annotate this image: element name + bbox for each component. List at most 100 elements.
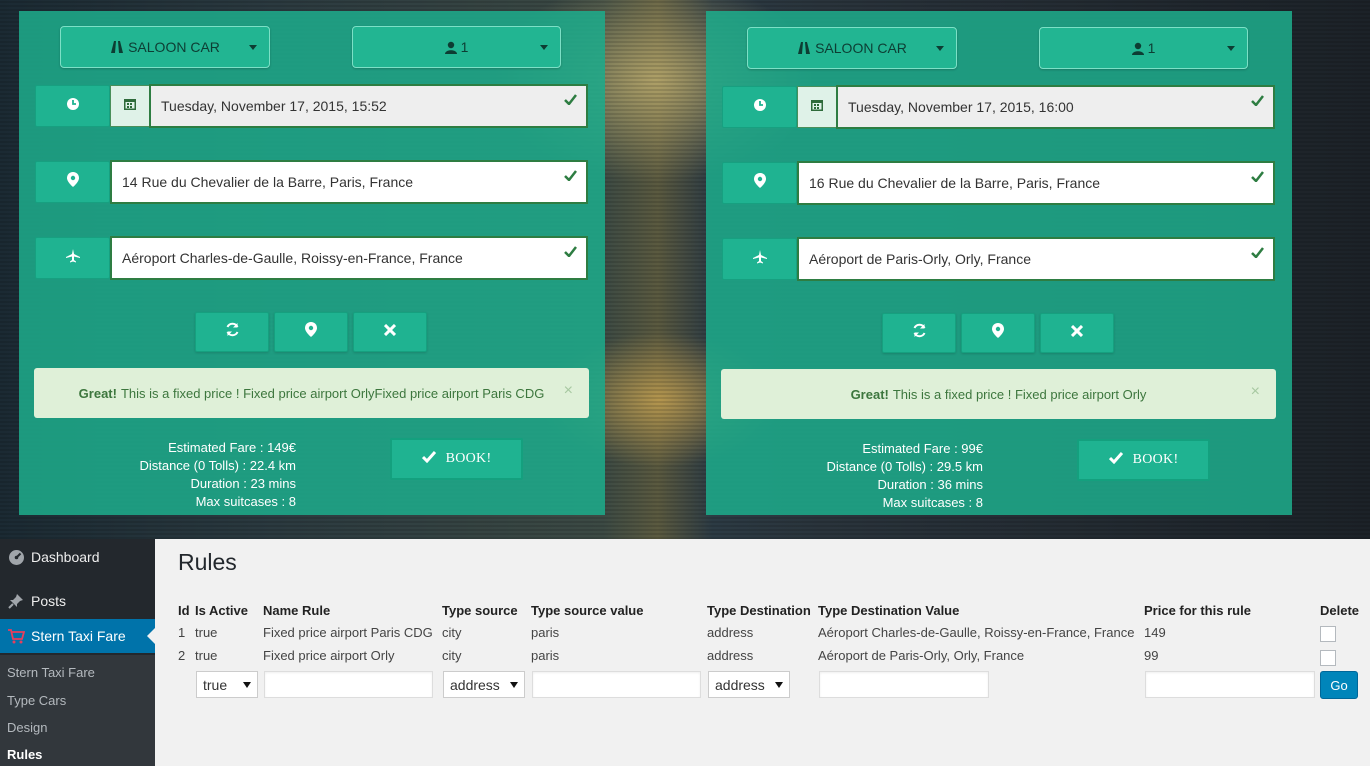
close-icon[interactable]: × xyxy=(1251,383,1260,401)
calendar-icon xyxy=(123,97,137,116)
table-cell-active: true xyxy=(195,625,218,640)
passenger-dropdown[interactable]: 1 xyxy=(352,26,561,68)
origin-address-field[interactable]: 14 Rue du Chevalier de la Barre, Paris, … xyxy=(110,160,588,204)
destination-address-field[interactable]: Aéroport Charles-de-Gaulle, Roissy-en-Fr… xyxy=(110,236,588,280)
destination-address-field[interactable]: Aéroport de Paris-Orly, Orly, France xyxy=(797,237,1275,281)
price-input[interactable] xyxy=(1145,671,1315,698)
map-marker-icon xyxy=(66,172,79,192)
sidebar-item-dashboard[interactable]: Dashboard xyxy=(0,540,155,574)
delete-checkbox[interactable] xyxy=(1320,626,1336,642)
type-destination-select[interactable]: address xyxy=(708,671,790,698)
type-destination-value-input[interactable] xyxy=(819,671,989,698)
origin-locate-button[interactable] xyxy=(722,162,797,204)
column-header-delete: Delete xyxy=(1320,603,1360,618)
sidebar-item-stern-taxi-fare[interactable]: Stern Taxi Fare xyxy=(0,619,155,653)
check-icon xyxy=(564,168,577,184)
locate-button[interactable] xyxy=(274,312,348,352)
clock-icon xyxy=(66,97,80,116)
plane-icon xyxy=(752,249,767,269)
column-header-type-destination: Type Destination xyxy=(707,603,811,618)
table-cell-name: Fixed price airport Paris CDG xyxy=(263,625,433,640)
datetime-field[interactable]: Tuesday, November 17, 2015, 15:52 xyxy=(149,84,588,128)
map-marker-icon xyxy=(753,173,766,193)
sidebar-submenu: Stern Taxi Fare Type Cars Design Rules xyxy=(0,655,155,766)
table-cell-id: 2 xyxy=(178,648,186,663)
user-icon xyxy=(1131,42,1144,55)
table-cell-type-source: city xyxy=(442,648,462,663)
page-title: Rules xyxy=(178,549,237,575)
refresh-icon xyxy=(225,322,240,342)
submenu-item-rules[interactable]: Rules xyxy=(7,747,42,762)
refresh-button[interactable] xyxy=(195,312,269,352)
vehicle-dropdown[interactable]: SALOON CAR xyxy=(60,26,270,68)
passenger-dropdown[interactable]: 1 xyxy=(1039,27,1248,69)
column-header-is-active: Is Active xyxy=(195,603,248,618)
destination-button[interactable] xyxy=(722,238,797,280)
check-icon xyxy=(1251,169,1264,185)
table-cell-active: true xyxy=(195,648,218,663)
clear-button[interactable] xyxy=(353,312,427,352)
clock-icon xyxy=(753,98,767,117)
column-header-type-destination-value: Type Destination Value xyxy=(818,603,960,618)
cart-icon xyxy=(6,628,26,644)
submenu-item-stern-taxi-fare[interactable]: Stern Taxi Fare xyxy=(7,665,95,680)
fare-summary: Estimated Fare : 99€ Distance (0 Tolls) … xyxy=(703,440,983,512)
fixed-price-alert: Great! This is a fixed price ! Fixed pri… xyxy=(34,368,589,418)
chevron-down-icon xyxy=(1227,46,1235,51)
booking-panel-right: SALOON CAR 1 Tuesday, November 17, 2015,… xyxy=(706,11,1292,515)
origin-locate-button[interactable] xyxy=(35,161,110,203)
type-source-value-input[interactable] xyxy=(532,671,701,698)
distance: Distance (0 Tolls) : 22.4 km xyxy=(139,458,296,473)
table-cell-name: Fixed price airport Orly xyxy=(263,648,395,663)
plane-icon xyxy=(65,248,80,268)
book-button[interactable]: BOOK! xyxy=(1077,439,1210,481)
road-icon xyxy=(110,40,124,54)
refresh-button[interactable] xyxy=(882,313,956,353)
check-icon xyxy=(1108,451,1133,469)
estimated-fare: Estimated Fare : 99€ xyxy=(862,441,983,456)
booking-panel-left: SALOON CAR 1 Tuesday, November 17, 2015,… xyxy=(19,11,605,515)
close-icon xyxy=(383,323,397,341)
column-header-type-source-value: Type source value xyxy=(531,603,644,618)
table-cell-price: 149 xyxy=(1144,625,1166,640)
fixed-price-alert: Great! This is a fixed price ! Fixed pri… xyxy=(721,369,1276,419)
max-suitcases: Max suitcases : 8 xyxy=(195,494,296,509)
go-button[interactable]: Go xyxy=(1320,671,1358,699)
table-cell-source-value: paris xyxy=(531,648,560,663)
datetime-field[interactable]: Tuesday, November 17, 2015, 16:00 xyxy=(836,85,1275,129)
book-button[interactable]: BOOK! xyxy=(390,438,523,480)
column-header-name-rule: Name Rule xyxy=(263,603,331,618)
chevron-down-icon xyxy=(540,45,548,50)
chevron-down-icon xyxy=(249,45,257,50)
refresh-icon xyxy=(912,323,927,343)
submenu-item-type-cars[interactable]: Type Cars xyxy=(7,693,66,708)
check-icon xyxy=(564,92,577,108)
duration: Duration : 36 mins xyxy=(877,477,984,492)
calendar-button[interactable] xyxy=(110,85,150,127)
submenu-item-design[interactable]: Design xyxy=(7,720,47,735)
road-icon xyxy=(797,41,811,55)
time-button[interactable] xyxy=(722,86,797,128)
table-cell-id: 1 xyxy=(178,625,186,640)
close-icon[interactable]: × xyxy=(564,382,573,400)
distance: Distance (0 Tolls) : 29.5 km xyxy=(826,459,983,474)
type-source-select[interactable]: address xyxy=(443,671,525,698)
table-cell-destination-value: Aéroport Charles-de-Gaulle, Roissy-en-Fr… xyxy=(818,625,1135,640)
column-header-id: Id xyxy=(178,603,190,618)
clear-button[interactable] xyxy=(1040,313,1114,353)
calendar-button[interactable] xyxy=(797,86,837,128)
column-header-type-source: Type source xyxy=(442,603,518,618)
vehicle-dropdown[interactable]: SALOON CAR xyxy=(747,27,957,69)
table-cell-type-destination: address xyxy=(707,648,754,663)
name-rule-input[interactable] xyxy=(264,671,433,698)
calendar-icon xyxy=(810,98,824,117)
sidebar-item-posts[interactable]: Posts xyxy=(0,584,155,618)
check-icon xyxy=(421,450,446,468)
is-active-select[interactable]: true xyxy=(196,671,258,698)
locate-button[interactable] xyxy=(961,313,1035,353)
time-button[interactable] xyxy=(35,85,110,127)
origin-address-field[interactable]: 16 Rue du Chevalier de la Barre, Paris, … xyxy=(797,161,1275,205)
map-marker-icon xyxy=(305,322,317,342)
destination-button[interactable] xyxy=(35,237,110,279)
delete-checkbox[interactable] xyxy=(1320,650,1336,666)
